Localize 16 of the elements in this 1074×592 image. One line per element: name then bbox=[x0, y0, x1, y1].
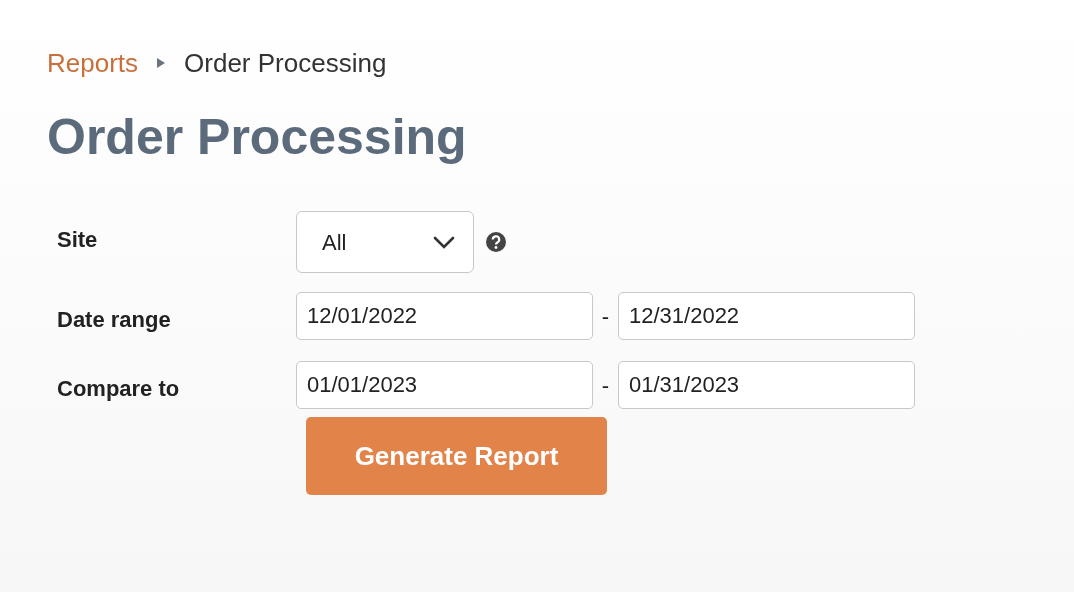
date-field[interactable]: 12/31/2022 bbox=[618, 292, 915, 340]
date-field[interactable]: 01/31/2023 bbox=[618, 361, 915, 409]
range-separator: - bbox=[600, 302, 611, 331]
field-label: Date range bbox=[56, 305, 172, 334]
triangle-icon bbox=[156, 57, 167, 69]
date-field[interactable]: 01/01/2023 bbox=[296, 361, 593, 409]
help-icon[interactable] bbox=[485, 231, 507, 253]
field-label: Site bbox=[56, 226, 99, 254]
date-field[interactable]: 12/01/2022 bbox=[296, 292, 593, 340]
page-title: Order Processing bbox=[47, 108, 468, 167]
breadcrumb-link[interactable]: Reports bbox=[47, 43, 139, 83]
field-label: Compare to bbox=[56, 374, 181, 403]
breadcrumb-current: Order Processing bbox=[184, 46, 387, 80]
range-separator: - bbox=[600, 371, 611, 400]
site-select[interactable]: All bbox=[296, 211, 474, 273]
chevron-down-icon bbox=[433, 235, 455, 249]
